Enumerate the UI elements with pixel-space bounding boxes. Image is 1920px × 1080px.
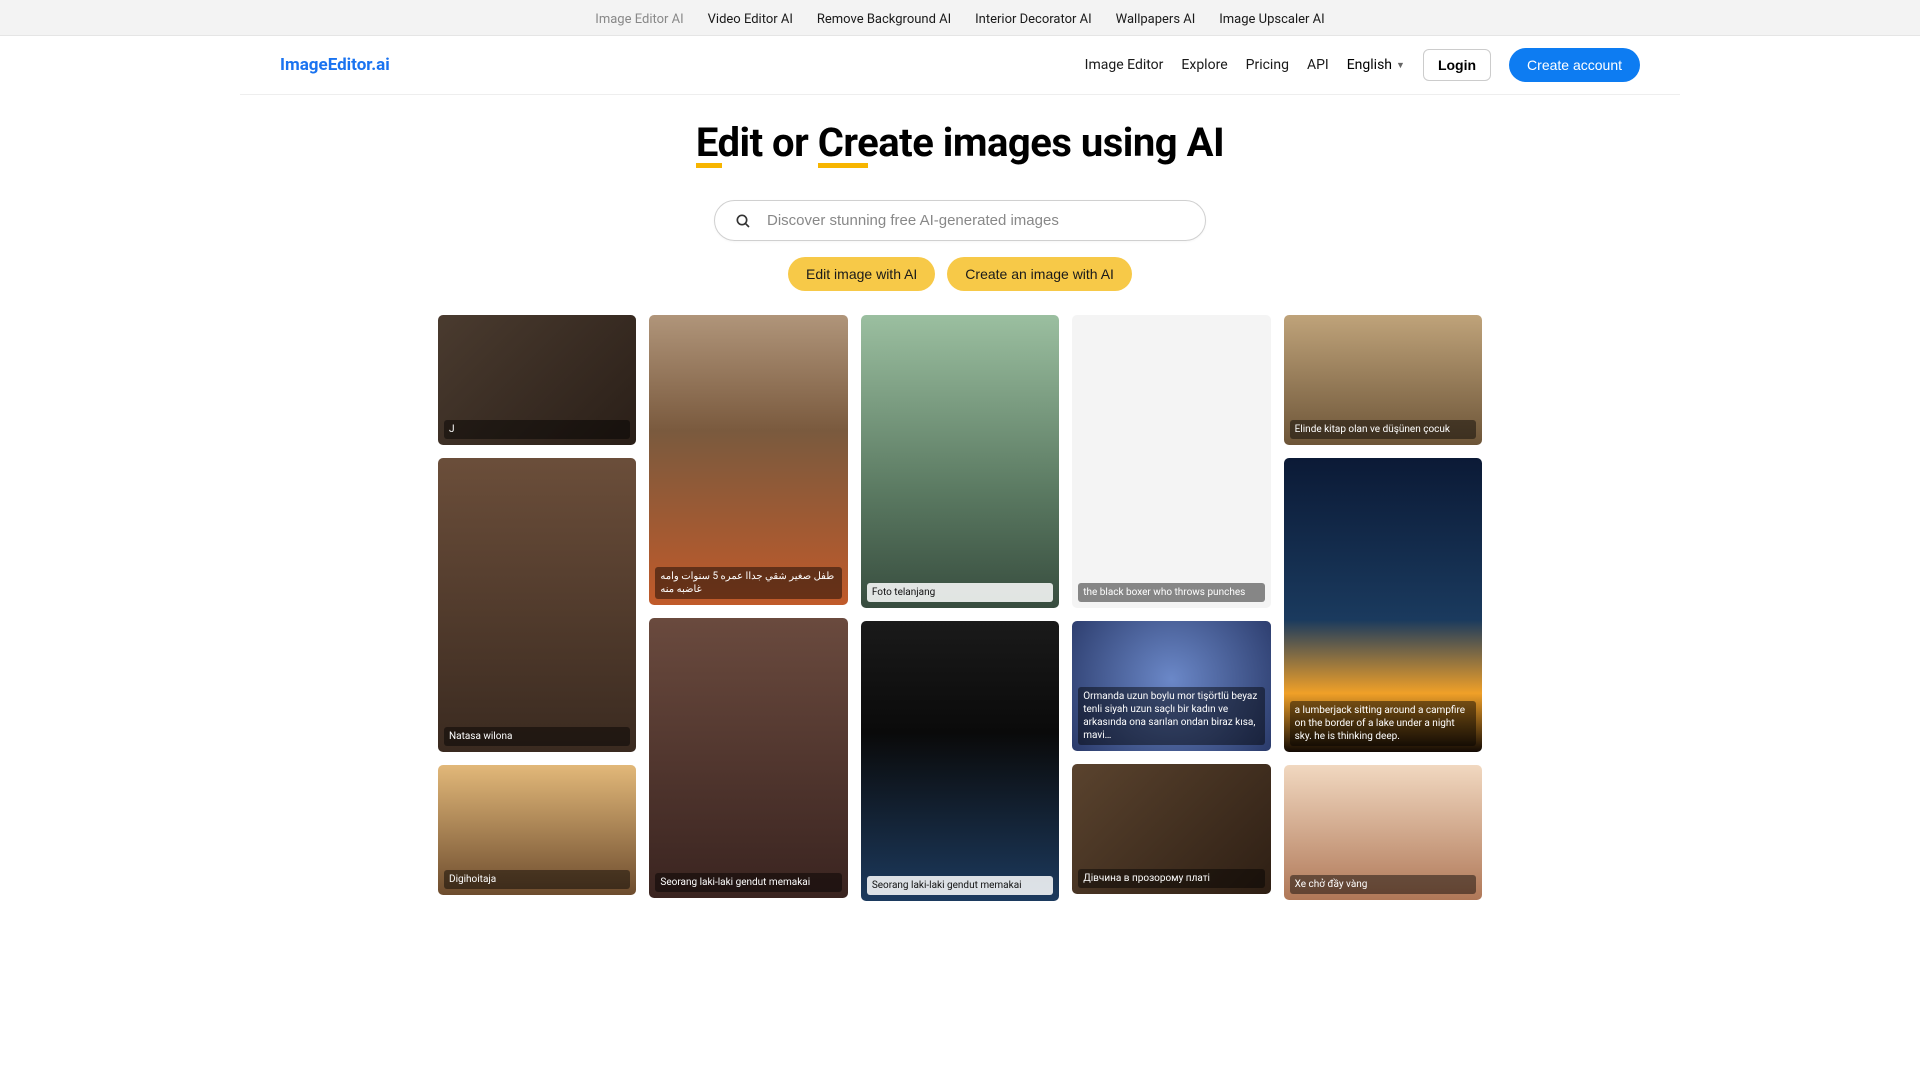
search-icon bbox=[735, 213, 751, 229]
nav-explore[interactable]: Explore bbox=[1181, 57, 1227, 73]
gallery-card[interactable]: Natasa wilona bbox=[438, 458, 636, 752]
caption: طفل صغير شقي جداا عمره 5 سنوات وامه غاضب… bbox=[655, 567, 841, 599]
topbar-link-remove-background-ai[interactable]: Remove Background AI bbox=[817, 12, 951, 27]
nav-pricing[interactable]: Pricing bbox=[1246, 57, 1289, 73]
gallery-card[interactable]: the black boxer who throws punches bbox=[1072, 315, 1270, 608]
login-button[interactable]: Login bbox=[1423, 49, 1491, 81]
topbar-link-video-editor-ai[interactable]: Video Editor AI bbox=[708, 12, 793, 27]
logo[interactable]: ImageEditor.ai bbox=[280, 55, 390, 75]
gallery-col-3: the black boxer who throws punches Orman… bbox=[1072, 315, 1270, 901]
gallery-card[interactable]: Seorang laki-laki gendut memakai bbox=[649, 618, 847, 898]
chevron-down-icon: ▼ bbox=[1396, 60, 1405, 71]
gallery-card[interactable]: Дівчина в прозорому платі bbox=[1072, 764, 1270, 894]
caption: the black boxer who throws punches bbox=[1078, 583, 1264, 602]
language-selector[interactable]: English ▼ bbox=[1347, 57, 1405, 73]
caption: Seorang laki-laki gendut memakai bbox=[655, 873, 841, 892]
caption: Xe chở đầy vàng bbox=[1290, 875, 1476, 894]
hero: Edit or Create images using AI bbox=[0, 95, 1920, 178]
nav-api[interactable]: API bbox=[1307, 57, 1329, 73]
topbar-link-image-editor-ai[interactable]: Image Editor AI bbox=[595, 12, 683, 27]
caption: Ormanda uzun boylu mor tişörtlü beyaz te… bbox=[1078, 687, 1264, 745]
action-pills: Edit image with AI Create an image with … bbox=[0, 257, 1920, 291]
hero-create: Create bbox=[818, 119, 934, 166]
caption: a lumberjack sitting around a campfire o… bbox=[1290, 701, 1476, 746]
gallery-card[interactable]: طفل صغير شقي جداا عمره 5 سنوات وامه غاضب… bbox=[649, 315, 847, 605]
header: ImageEditor.ai Image Editor Explore Pric… bbox=[240, 36, 1680, 95]
search-input[interactable] bbox=[767, 212, 1185, 229]
thumbnail bbox=[438, 458, 636, 752]
gallery: J Natasa wilona Digihoitaja طفل صغير شقي… bbox=[430, 315, 1490, 901]
hero-title: Edit or Create images using AI bbox=[0, 119, 1920, 166]
gallery-card[interactable]: Elinde kitap olan ve düşünen çocuk bbox=[1284, 315, 1482, 445]
gallery-col-2: Foto telanjang Seorang laki-laki gendut … bbox=[861, 315, 1059, 901]
gallery-card[interactable]: Seorang laki-laki gendut memakai bbox=[861, 621, 1059, 901]
thumbnail bbox=[649, 315, 847, 605]
thumbnail bbox=[1072, 315, 1270, 608]
main-nav: Image Editor Explore Pricing API English… bbox=[1085, 48, 1640, 82]
caption: J bbox=[444, 420, 630, 439]
topbar: Image Editor AI Video Editor AI Remove B… bbox=[0, 0, 1920, 36]
caption: Foto telanjang bbox=[867, 583, 1053, 602]
thumbnail bbox=[861, 621, 1059, 901]
thumbnail bbox=[861, 315, 1059, 608]
gallery-card[interactable]: a lumberjack sitting around a campfire o… bbox=[1284, 458, 1482, 752]
hero-edit: Edit bbox=[696, 119, 763, 166]
gallery-col-0: J Natasa wilona Digihoitaja bbox=[438, 315, 636, 901]
caption: Seorang laki-laki gendut memakai bbox=[867, 876, 1053, 895]
caption: Natasa wilona bbox=[444, 727, 630, 746]
caption: Digihoitaja bbox=[444, 870, 630, 889]
gallery-card[interactable]: Xe chở đầy vàng bbox=[1284, 765, 1482, 900]
gallery-card[interactable]: Digihoitaja bbox=[438, 765, 636, 895]
gallery-card[interactable]: J bbox=[438, 315, 636, 445]
gallery-card[interactable]: Foto telanjang bbox=[861, 315, 1059, 608]
search-wrap bbox=[0, 200, 1920, 241]
caption: Elinde kitap olan ve düşünen çocuk bbox=[1290, 420, 1476, 439]
create-image-button[interactable]: Create an image with AI bbox=[947, 257, 1132, 291]
edit-image-button[interactable]: Edit image with AI bbox=[788, 257, 935, 291]
gallery-col-4: Elinde kitap olan ve düşünen çocuk a lum… bbox=[1284, 315, 1482, 901]
caption: Дівчина в прозорому платі bbox=[1078, 869, 1264, 888]
create-account-button[interactable]: Create account bbox=[1509, 48, 1640, 82]
thumbnail bbox=[649, 618, 847, 898]
search-box[interactable] bbox=[714, 200, 1206, 241]
topbar-link-interior-decorator-ai[interactable]: Interior Decorator AI bbox=[975, 12, 1092, 27]
gallery-col-1: طفل صغير شقي جداا عمره 5 سنوات وامه غاضب… bbox=[649, 315, 847, 901]
nav-image-editor[interactable]: Image Editor bbox=[1085, 57, 1164, 73]
gallery-card[interactable]: Ormanda uzun boylu mor tişörtlü beyaz te… bbox=[1072, 621, 1270, 751]
language-label: English bbox=[1347, 57, 1392, 73]
topbar-link-wallpapers-ai[interactable]: Wallpapers AI bbox=[1116, 12, 1196, 27]
topbar-link-image-upscaler-ai[interactable]: Image Upscaler AI bbox=[1219, 12, 1324, 27]
